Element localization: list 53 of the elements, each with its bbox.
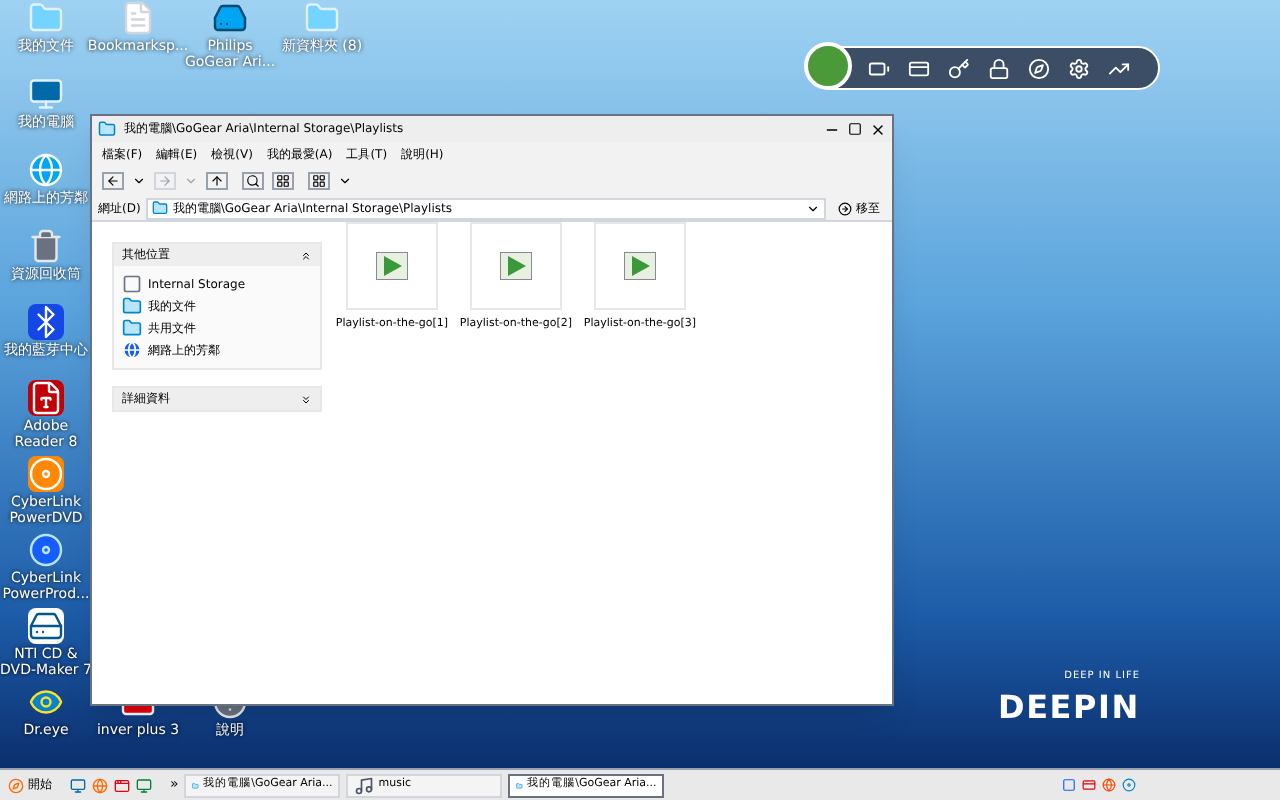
- disc-icon: [28, 532, 64, 568]
- folder-icon: [122, 296, 142, 316]
- file-thumbnail[interactable]: [470, 222, 562, 310]
- folder-icon: [304, 0, 340, 36]
- bluetooth-icon: [28, 304, 64, 340]
- drive-icon: [122, 274, 142, 294]
- logo-icon[interactable]: [804, 42, 852, 90]
- play-icon: [376, 252, 408, 280]
- globe-icon[interactable]: [1102, 778, 1116, 792]
- wallpaper-logo: DEEPIN: [997, 686, 1140, 730]
- document-icon: [28, 380, 64, 416]
- monitor-icon[interactable]: [70, 777, 86, 793]
- battery-icon[interactable]: [868, 57, 890, 79]
- search-button[interactable]: [242, 172, 264, 190]
- disc-icon[interactable]: [1122, 778, 1136, 792]
- globe-icon: [28, 152, 64, 188]
- up-button[interactable]: [206, 172, 228, 190]
- drive-icon: [28, 608, 64, 644]
- disc-icon: [28, 456, 64, 492]
- file-thumbnail[interactable]: [594, 222, 686, 310]
- folder-icon: [98, 120, 116, 138]
- app-icon[interactable]: [114, 777, 130, 793]
- caret-icon[interactable]: [132, 174, 146, 188]
- close-icon[interactable]: [870, 121, 886, 137]
- trash-icon: [28, 228, 64, 264]
- music-icon: [354, 775, 375, 795]
- document-icon: [120, 0, 156, 36]
- tray-icon[interactable]: [1062, 778, 1076, 792]
- play-icon: [624, 252, 656, 280]
- device-icon: [212, 0, 248, 36]
- maximize-icon[interactable]: [848, 122, 862, 136]
- back-button[interactable]: [102, 172, 124, 190]
- folder-icon: [152, 200, 169, 216]
- folders-button[interactable]: [272, 172, 294, 190]
- expand-icon[interactable]: [300, 393, 312, 405]
- views-button[interactable]: [308, 172, 330, 190]
- card-icon[interactable]: [1082, 778, 1096, 792]
- lock-icon[interactable]: [988, 57, 1010, 79]
- folder-icon: [28, 0, 64, 36]
- folder-icon: [122, 318, 142, 338]
- play-icon: [500, 252, 532, 280]
- computer-icon: [28, 76, 64, 112]
- go-arrow-icon: [838, 201, 852, 215]
- file-thumbnail[interactable]: [346, 222, 438, 310]
- start-logo-icon: [8, 777, 24, 793]
- eye-icon: [28, 684, 64, 720]
- caret-icon[interactable]: [338, 174, 352, 188]
- screen-icon[interactable]: [136, 777, 152, 793]
- settings-icon[interactable]: [1068, 57, 1090, 79]
- caret-icon[interactable]: [806, 201, 820, 215]
- key-icon[interactable]: [948, 57, 970, 79]
- compass-icon[interactable]: [1028, 57, 1050, 79]
- globe-icon: [122, 340, 142, 360]
